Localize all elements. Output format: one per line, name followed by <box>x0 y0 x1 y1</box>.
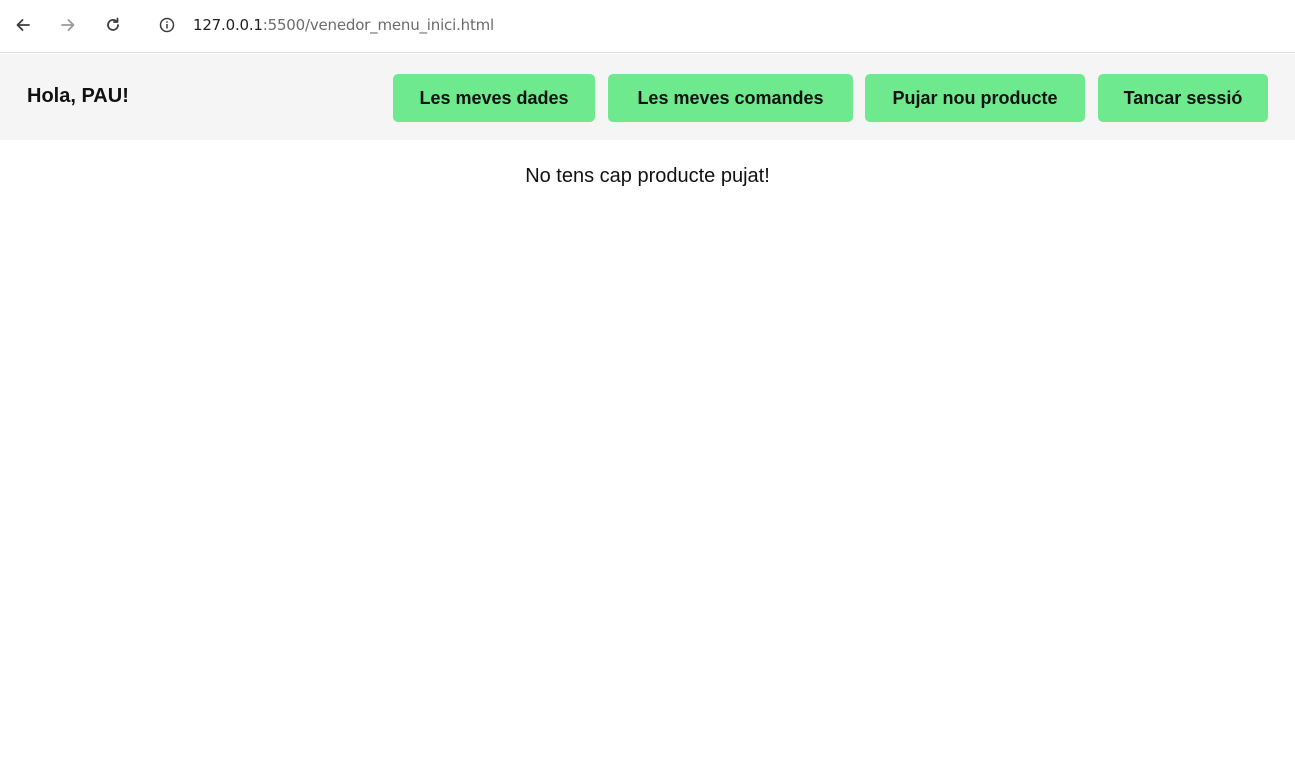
url-path: :5500/venedor_menu_inici.html <box>262 16 494 34</box>
my-orders-button[interactable]: Les meves comandes <box>608 74 853 122</box>
url-host: 127.0.0.1 <box>193 16 263 34</box>
info-icon[interactable] <box>159 17 175 33</box>
arrow-right-icon <box>61 19 75 31</box>
logout-button[interactable]: Tancar sessió <box>1098 74 1268 122</box>
browser-toolbar: 127.0.0.1:5500/venedor_menu_inici.html <box>0 0 1295 53</box>
forward-button[interactable] <box>55 12 81 38</box>
empty-products-message: No tens cap producte pujat! <box>525 165 770 187</box>
address-bar[interactable]: 127.0.0.1:5500/venedor_menu_inici.html <box>146 5 1295 45</box>
my-data-button[interactable]: Les meves dades <box>393 74 595 122</box>
greeting-text: Hola, PAU! <box>27 85 129 107</box>
reload-button[interactable] <box>100 12 126 38</box>
arrow-left-icon <box>16 19 30 31</box>
url-text[interactable]: 127.0.0.1:5500/venedor_menu_inici.html <box>193 16 494 34</box>
upload-product-button[interactable]: Pujar nou producte <box>865 74 1085 122</box>
page-header: Hola, PAU! Les meves dades Les meves com… <box>0 54 1295 140</box>
back-button[interactable] <box>10 12 36 38</box>
reload-icon <box>107 17 119 31</box>
